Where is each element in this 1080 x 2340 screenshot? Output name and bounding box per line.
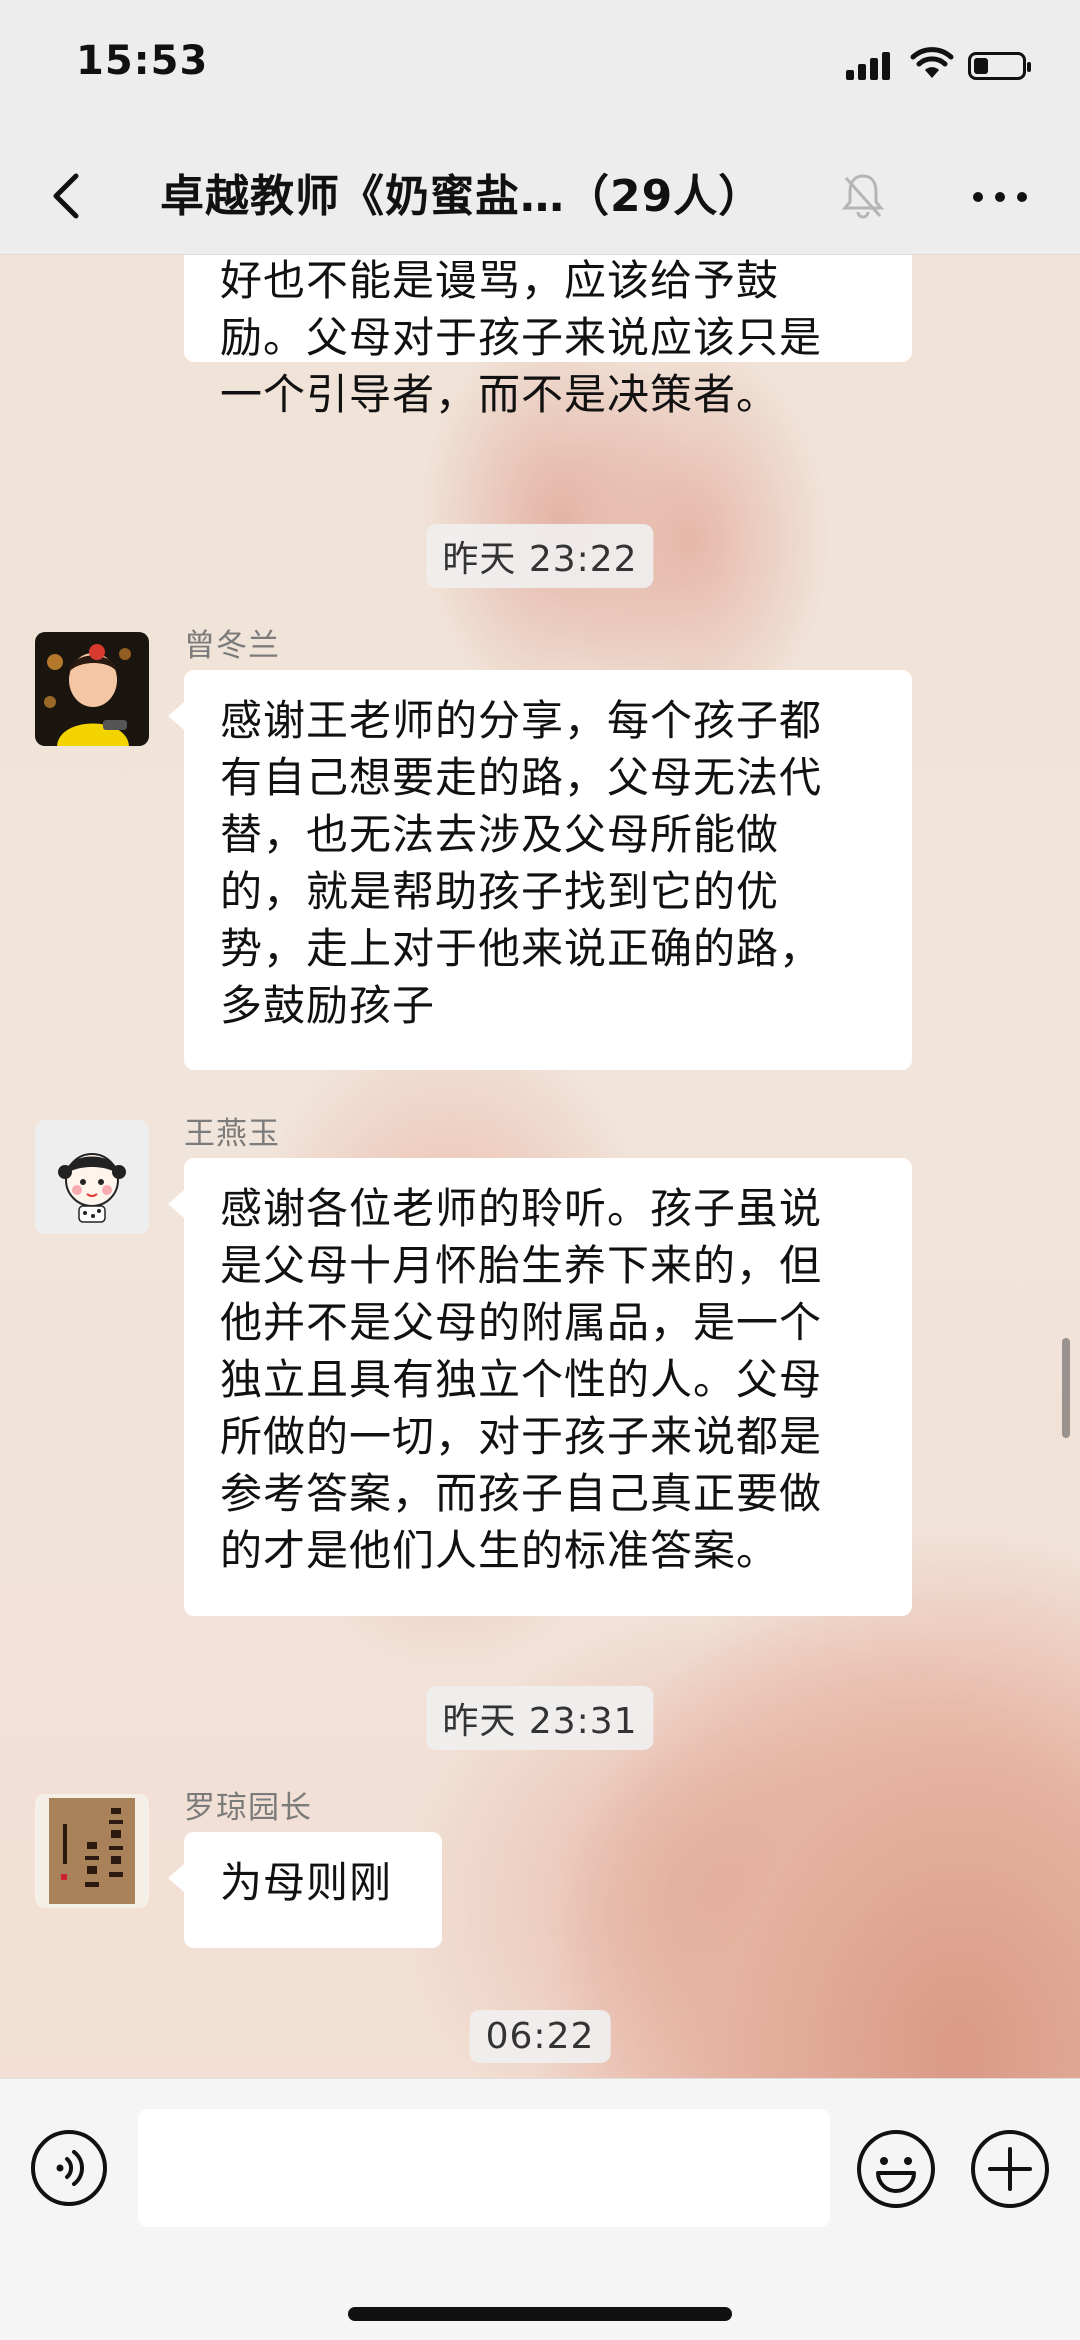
scrollbar[interactable] bbox=[1062, 1338, 1070, 1438]
voice-icon bbox=[31, 2130, 107, 2206]
cartoon-girl-icon bbox=[35, 1120, 149, 1234]
back-icon[interactable] bbox=[40, 166, 100, 226]
chat-title: 卓越教师《奶蜜盐…（29人） bbox=[160, 171, 764, 222]
wifi-icon bbox=[910, 46, 954, 84]
battery-icon bbox=[968, 52, 1031, 80]
sender-name: 王燕玉 bbox=[184, 1116, 280, 1152]
plus-icon bbox=[971, 2130, 1049, 2208]
chat-message-list[interactable]: 好也不能是谩骂，应该给予鼓 励。父母对于孩子来说应该只是 一个引导者，而不是决策… bbox=[0, 254, 1080, 2078]
calligraphy-icon bbox=[35, 1794, 149, 1908]
chat-header: 卓越教师《奶蜜盐…（29人） bbox=[0, 140, 1080, 255]
status-time: 15:53 bbox=[76, 38, 209, 84]
message-bubble[interactable]: 感谢王老师的分享，每个孩子都 有自己想要走的路，父母无法代 替，也无法去涉及父母… bbox=[168, 670, 912, 1070]
home-indicator bbox=[348, 2307, 732, 2321]
cellular-signal-icon bbox=[846, 52, 894, 80]
avatar-zeng[interactable] bbox=[35, 632, 149, 746]
timestamp: 06:22 bbox=[469, 2010, 611, 2063]
message-bubble[interactable]: 感谢各位老师的聆听。孩子虽说 是父母十月怀胎生养下来的，但 他并不是父母的附属品… bbox=[168, 1158, 912, 1616]
voice-input-button[interactable] bbox=[30, 2129, 108, 2207]
status-bar: 15:53 bbox=[0, 0, 1080, 140]
sender-name: 罗琼园长 bbox=[184, 1790, 312, 1826]
avatar-luo[interactable] bbox=[35, 1794, 149, 1908]
toddler-photo-icon bbox=[35, 632, 149, 746]
timestamp: 昨天 23:22 bbox=[426, 524, 654, 588]
emoji-button[interactable] bbox=[856, 2129, 936, 2209]
mute-bell-icon bbox=[840, 168, 886, 224]
timestamp: 昨天 23:31 bbox=[426, 1686, 654, 1750]
sender-name: 曾冬兰 bbox=[184, 628, 280, 664]
message-input[interactable] bbox=[138, 2109, 830, 2227]
more-actions-button[interactable] bbox=[970, 2129, 1050, 2209]
input-bar bbox=[0, 2078, 1080, 2340]
more-options-icon[interactable] bbox=[970, 182, 1030, 212]
message-bubble[interactable]: 好也不能是谩骂，应该给予鼓 励。父母对于孩子来说应该只是 一个引导者，而不是决策… bbox=[184, 254, 912, 419]
emoji-icon bbox=[857, 2130, 935, 2208]
message-bubble[interactable]: 为母则刚 bbox=[168, 1832, 442, 1948]
avatar-wang[interactable] bbox=[35, 1120, 149, 1234]
